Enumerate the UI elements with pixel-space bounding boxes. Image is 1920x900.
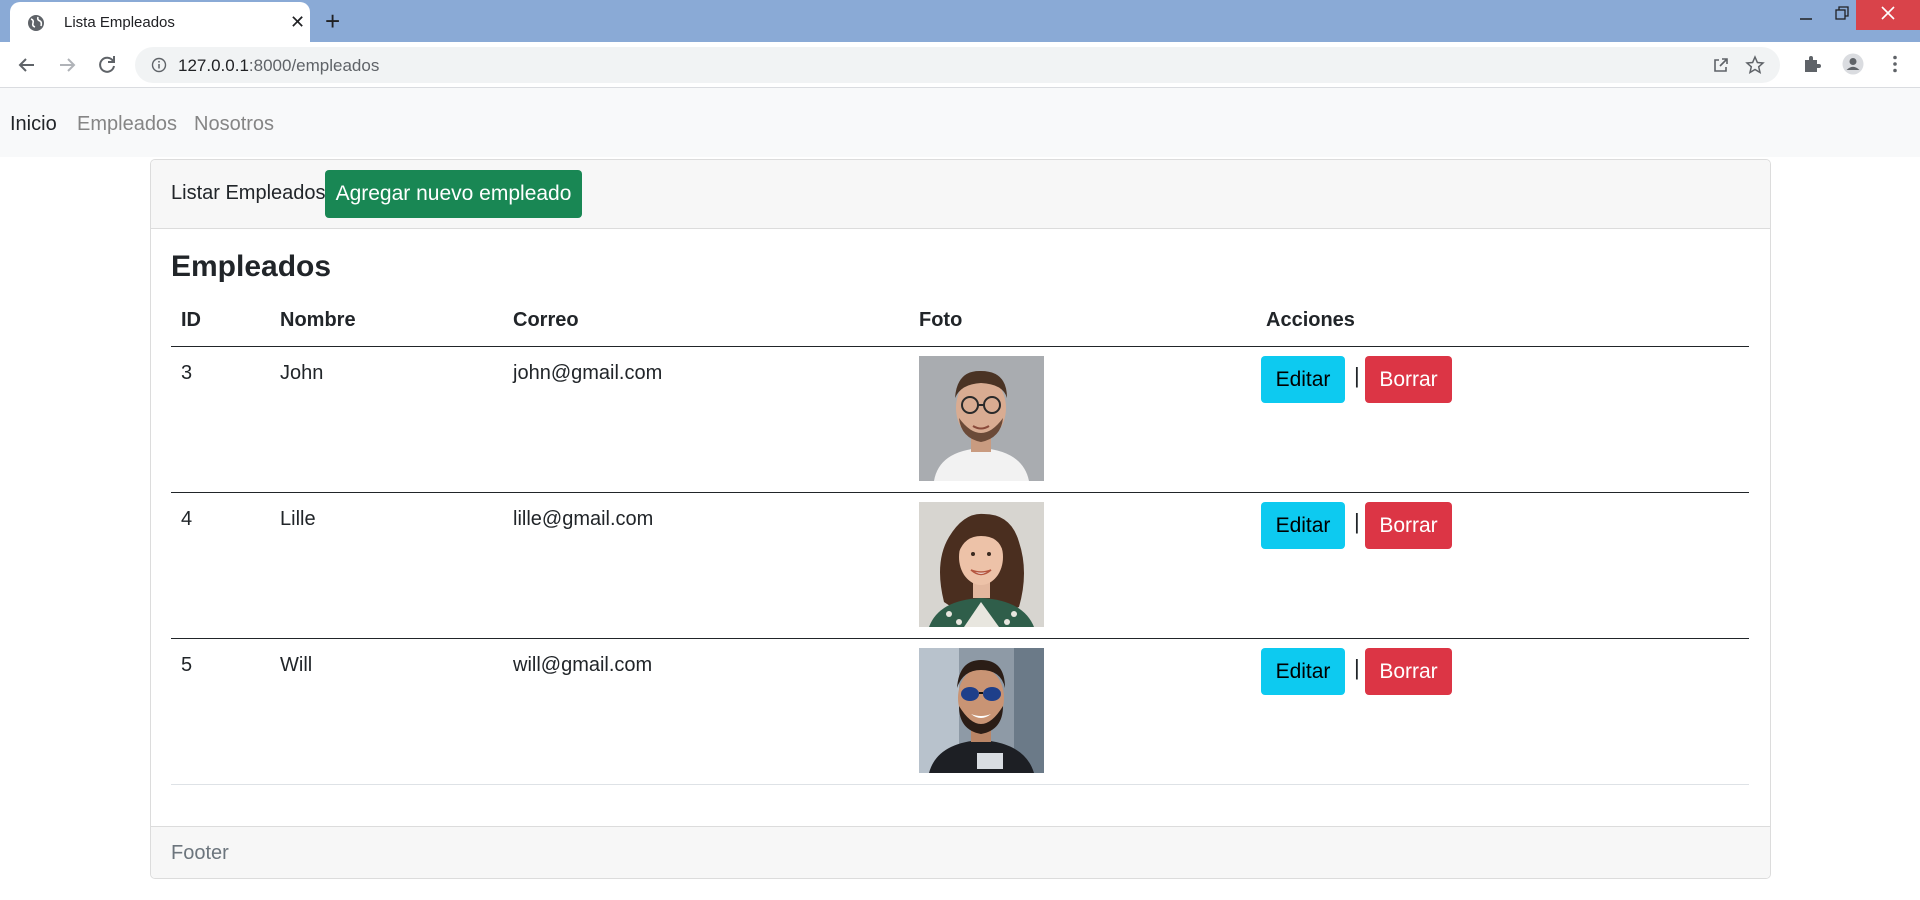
site-navbar: Inicio Empleados Nosotros (0, 88, 1920, 157)
forward-arrow-icon[interactable] (54, 52, 80, 78)
column-header-correo: Correo (513, 309, 579, 331)
row-divider (171, 784, 1749, 785)
url-host: 127.0.0.1 (178, 56, 249, 75)
cell-nombre: Lille (280, 508, 316, 530)
url-text: 127.0.0.1:8000/empleados (178, 56, 379, 76)
reload-icon[interactable] (94, 52, 120, 78)
extensions-puzzle-icon[interactable] (1801, 53, 1823, 75)
cell-nombre: Will (280, 654, 313, 676)
edit-button[interactable]: Editar (1261, 648, 1345, 695)
cell-correo: john@gmail.com (513, 362, 663, 384)
profile-avatar-icon[interactable] (1842, 53, 1864, 75)
restore-icon (1835, 6, 1849, 20)
cell-nombre: John (280, 362, 324, 384)
column-header-id: ID (181, 309, 201, 331)
cell-id: 5 (181, 654, 193, 676)
cell-id: 3 (181, 362, 193, 384)
more-menu-icon[interactable] (1884, 53, 1906, 75)
employees-card: Listar Empleados Agregar nuevo empleado … (150, 159, 1771, 879)
table-header-divider (171, 346, 1749, 347)
column-header-acciones: Acciones (1266, 309, 1355, 331)
action-separator: | (1354, 363, 1360, 388)
man-with-sunglasses-photo (919, 648, 1044, 773)
footer-text: Footer (171, 842, 229, 864)
employee-photo (919, 648, 1044, 773)
info-icon[interactable] (151, 57, 167, 73)
delete-button[interactable]: Borrar (1365, 502, 1452, 549)
bookmark-star-icon[interactable] (1745, 55, 1765, 75)
tab-close-icon[interactable]: ✕ (290, 12, 305, 32)
new-tab-button[interactable]: + (325, 8, 340, 34)
delete-button[interactable]: Borrar (1365, 648, 1452, 695)
row-divider (171, 492, 1749, 493)
row-divider (171, 638, 1749, 639)
cell-id: 4 (181, 508, 193, 530)
address-bar[interactable]: 127.0.0.1:8000/empleados (135, 47, 1780, 83)
card-title: Empleados (171, 250, 332, 283)
delete-button[interactable]: Borrar (1365, 356, 1452, 403)
cell-correo: lille@gmail.com (513, 508, 654, 530)
column-header-foto: Foto (919, 309, 963, 331)
employee-photo (919, 356, 1044, 481)
action-separator: | (1354, 655, 1360, 680)
share-icon[interactable] (1711, 55, 1731, 75)
employee-photo (919, 502, 1044, 627)
card-footer: Footer (151, 826, 1770, 878)
nav-link-empleados[interactable]: Empleados (77, 113, 177, 136)
man-with-glasses-photo (919, 356, 1044, 481)
add-employee-button[interactable]: Agregar nuevo empleado (325, 170, 582, 218)
cell-correo: will@gmail.com (513, 654, 653, 676)
nav-link-nosotros[interactable]: Nosotros (194, 113, 274, 136)
window-close-button[interactable] (1856, 0, 1920, 30)
woman-curly-hair-photo (919, 502, 1044, 627)
tab-title: Lista Empleados (64, 14, 175, 31)
url-path: :8000/empleados (248, 56, 380, 75)
nav-link-inicio[interactable]: Inicio (10, 113, 57, 136)
back-arrow-icon[interactable] (14, 52, 40, 78)
edit-button[interactable]: Editar (1261, 502, 1345, 549)
action-separator: | (1354, 509, 1360, 534)
column-header-nombre: Nombre (280, 309, 356, 331)
browser-toolbar: 127.0.0.1:8000/empleados (0, 42, 1920, 88)
minimize-icon (1800, 18, 1812, 20)
browser-tab-bar: Lista Empleados ✕ + (0, 0, 1920, 42)
globe-icon (28, 15, 44, 31)
card-header-text: Listar Empleados (171, 182, 326, 204)
card-header: Listar Empleados Agregar nuevo empleado (151, 160, 1770, 229)
browser-tab[interactable]: Lista Empleados ✕ (10, 2, 310, 42)
close-icon (1881, 6, 1895, 20)
edit-button[interactable]: Editar (1261, 356, 1345, 403)
